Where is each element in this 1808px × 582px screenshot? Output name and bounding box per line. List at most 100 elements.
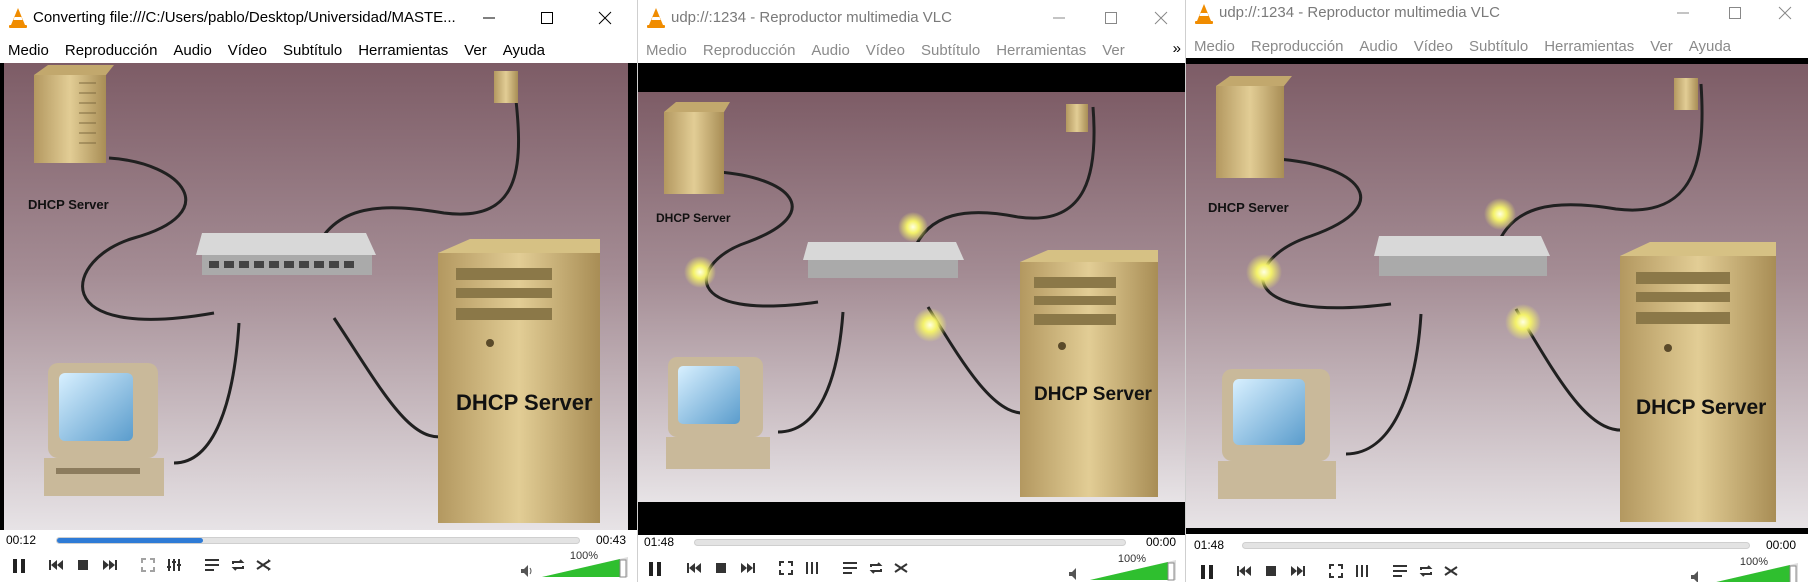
pause-button[interactable] [642,556,668,582]
menu-ver[interactable]: Ver [456,42,495,59]
volume-slider[interactable] [540,556,630,578]
playlist-button[interactable] [838,556,862,580]
title-bar[interactable]: udp://:1234 - Reproductor multimedia VLC [638,0,1185,35]
speaker-icon [1691,571,1698,582]
maximize-button[interactable] [1712,0,1758,26]
volume-slider[interactable] [1088,559,1178,581]
stop-button[interactable] [1259,559,1283,582]
client-computer [666,357,770,469]
maximize-button[interactable] [1088,0,1134,35]
loop-button[interactable] [864,556,888,580]
volume-slider[interactable] [1710,562,1800,582]
extended-settings-button[interactable] [162,553,186,577]
maximize-button[interactable] [524,0,570,35]
large-server-tower [1020,250,1158,497]
stop-icon [716,563,726,573]
next-button[interactable] [98,553,122,577]
menu-subtitulo[interactable]: Subtítulo [275,42,350,59]
controls-row: 100% [1186,554,1808,582]
video-area[interactable]: DHCP Server DHCP Server [638,63,1185,535]
close-button[interactable] [582,0,628,35]
title-bar[interactable]: udp://:1234 - Reproductor multimedia VLC [1186,0,1808,30]
menu-ayuda[interactable]: Ayuda [1681,38,1739,55]
previous-button[interactable] [44,553,68,577]
extended-settings-button[interactable] [1350,559,1374,582]
menu-ayuda[interactable]: Ayuda [495,42,553,59]
menu-ver[interactable]: Ver [1642,38,1681,55]
minimize-button[interactable] [466,0,512,35]
menu-herramientas[interactable]: Herramientas [350,42,456,59]
vlc-window-converting[interactable]: Converting file:///C:/Users/pablo/Deskto… [0,0,638,582]
pause-icon [649,562,661,576]
pause-icon [1201,565,1213,579]
window-title: udp://:1234 - Reproductor multimedia VLC [671,9,952,26]
menu-audio[interactable]: Audio [803,42,857,59]
previous-button[interactable] [682,556,706,580]
random-button[interactable] [252,553,276,577]
close-icon [598,11,612,24]
loop-button[interactable] [1414,559,1438,582]
extended-settings-button[interactable] [800,556,824,580]
loop-icon [1419,565,1433,577]
client-computer [1218,369,1336,499]
small-server-label: DHCP Server [28,197,109,212]
fullscreen-icon [1329,564,1343,578]
title-bar[interactable]: Converting file:///C:/Users/pablo/Deskto… [0,0,637,35]
close-button[interactable] [1762,0,1808,26]
fullscreen-button[interactable] [774,556,798,580]
menu-reproduccion[interactable]: Reproducción [1243,38,1352,55]
menu-subtitulo[interactable]: Subtítulo [913,42,988,59]
menu-bar: Medio Reproducción Audio Vídeo Subtítulo… [0,37,637,63]
seek-bar[interactable] [694,539,1126,546]
menu-overflow-button[interactable]: » [1173,40,1181,57]
menu-reproduccion[interactable]: Reproducción [695,42,804,59]
menu-herramientas[interactable]: Herramientas [1536,38,1642,55]
network-switch [196,233,376,275]
stop-button[interactable] [709,556,733,580]
pause-button[interactable] [6,553,32,579]
volume-control[interactable]: 100% [1068,553,1178,582]
menu-video[interactable]: Vídeo [220,42,275,59]
vlc-window-udp-2[interactable]: udp://:1234 - Reproductor multimedia VLC… [1186,0,1808,582]
random-button[interactable] [1440,559,1464,582]
menu-ver[interactable]: Ver [1094,42,1133,59]
minimize-button[interactable] [1660,0,1706,26]
stop-button[interactable] [71,553,95,577]
fullscreen-button[interactable] [136,553,160,577]
playlist-button[interactable] [200,553,224,577]
minimize-icon [483,17,495,18]
seek-row: 01:48 00:00 [1186,536,1808,556]
seek-bar[interactable] [1242,542,1750,549]
menu-subtitulo[interactable]: Subtítulo [1461,38,1536,55]
menu-video[interactable]: Vídeo [858,42,913,59]
pause-button[interactable] [1194,559,1220,582]
fullscreen-button[interactable] [1324,559,1348,582]
loop-button[interactable] [226,553,250,577]
vlc-window-udp-1[interactable]: udp://:1234 - Reproductor multimedia VLC… [638,0,1186,582]
minimize-button[interactable] [1036,0,1082,35]
menu-medio[interactable]: Medio [638,42,695,59]
previous-button[interactable] [1232,559,1256,582]
total-time: 00:00 [1146,535,1177,549]
network-scene: DHCP Server DHCP Server [638,92,1185,502]
maximize-icon [1729,7,1741,19]
video-area[interactable]: DHCP Server DHCP Server [1186,58,1808,534]
menu-medio[interactable]: Medio [1186,38,1243,55]
menu-audio[interactable]: Audio [165,42,219,59]
random-button[interactable] [890,556,914,580]
menu-reproduccion[interactable]: Reproducción [57,42,166,59]
video-area[interactable]: DHCP Server DHCP Server [0,63,637,530]
next-button[interactable] [1286,559,1310,582]
volume-control[interactable]: 100% [1690,556,1800,582]
menu-video[interactable]: Vídeo [1406,38,1461,55]
close-button[interactable] [1138,0,1184,35]
menu-audio[interactable]: Audio [1351,38,1405,55]
fullscreen-icon [779,561,793,575]
menu-medio[interactable]: Medio [0,42,57,59]
menu-herramientas[interactable]: Herramientas [988,42,1094,59]
volume-control[interactable]: 100% [520,550,630,580]
seek-bar[interactable] [56,537,580,544]
next-button[interactable] [736,556,760,580]
playlist-button[interactable] [1388,559,1412,582]
minimize-icon [1053,17,1065,18]
